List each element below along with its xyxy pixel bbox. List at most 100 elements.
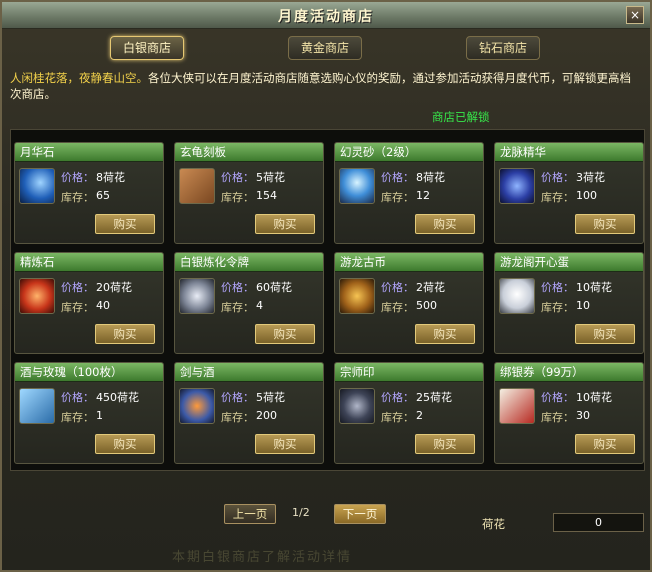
stock-label: 库存： bbox=[61, 411, 94, 424]
price-label: 价格： bbox=[221, 171, 254, 184]
item-name: 白银炼化令牌 bbox=[175, 253, 323, 272]
voucher-icon[interactable] bbox=[499, 388, 535, 424]
item-card: 游龙古币价格： 2荷花 库存： 500 购买 bbox=[334, 252, 484, 354]
item-name: 剑与酒 bbox=[175, 363, 323, 382]
item-price: 450荷花 bbox=[96, 391, 139, 404]
item-price: 3荷花 bbox=[576, 171, 605, 184]
price-label: 价格： bbox=[221, 281, 254, 294]
item-price: 5荷花 bbox=[256, 391, 285, 404]
item-card: 精炼石 价格： 20荷花 库存： 40 购买 bbox=[14, 252, 164, 354]
item-stock: 40 bbox=[96, 299, 110, 312]
item-card: 剑与酒 价格： 5荷花 库存： 200 购买 bbox=[174, 362, 324, 464]
title-bar[interactable]: 月度活动商店 × bbox=[2, 2, 650, 29]
crescent-moon-icon[interactable] bbox=[19, 168, 55, 204]
item-grid: 月华石 价格： 8荷花 库存： 65 购买 玄龟刻板 价格： 5荷花 库存： 154 购买 幻灵砂（2级… bbox=[10, 129, 645, 471]
tab-gold-shop[interactable]: 黄金商店 bbox=[288, 36, 362, 60]
item-card: 宗师印 价格： 25荷花 库存： 2 购买 bbox=[334, 362, 484, 464]
page-indicator: 1/2 bbox=[292, 506, 310, 519]
blue-essence-icon[interactable] bbox=[499, 168, 535, 204]
item-name: 玄龟刻板 bbox=[175, 143, 323, 162]
item-stock: 500 bbox=[416, 299, 437, 312]
item-price: 5荷花 bbox=[256, 171, 285, 184]
item-name: 绑银券（99万） bbox=[495, 363, 643, 382]
item-price: 10荷花 bbox=[576, 281, 612, 294]
pagination: 上一页 1/2 下一页 bbox=[224, 504, 424, 524]
tablet-icon[interactable] bbox=[179, 168, 215, 204]
buy-button[interactable]: 购买 bbox=[415, 434, 475, 454]
stock-label: 库存： bbox=[381, 191, 414, 204]
item-price: 60荷花 bbox=[256, 281, 292, 294]
sword-wine-icon[interactable] bbox=[179, 388, 215, 424]
stock-label: 库存： bbox=[541, 301, 574, 314]
item-stock: 200 bbox=[256, 409, 277, 422]
buy-button[interactable]: 购买 bbox=[95, 214, 155, 234]
stock-label: 库存： bbox=[381, 411, 414, 424]
close-button[interactable]: × bbox=[626, 6, 644, 24]
price-label: 价格： bbox=[61, 281, 94, 294]
item-name: 游龙阁开心蛋 bbox=[495, 253, 643, 272]
price-label: 价格： bbox=[541, 171, 574, 184]
sand-bowl-icon[interactable] bbox=[339, 168, 375, 204]
unlocked-status: 商店已解锁 bbox=[432, 110, 490, 124]
red-stone-icon[interactable] bbox=[19, 278, 55, 314]
item-name: 宗师印 bbox=[335, 363, 483, 382]
buy-button[interactable]: 购买 bbox=[95, 324, 155, 344]
item-name: 游龙古币 bbox=[335, 253, 483, 272]
price-label: 价格： bbox=[61, 391, 94, 404]
buy-button[interactable]: 购买 bbox=[575, 434, 635, 454]
stock-label: 库存： bbox=[381, 301, 414, 314]
item-stock: 154 bbox=[256, 189, 277, 202]
footer-hint: 本期白银商店了解活动详情 bbox=[172, 550, 353, 565]
shop-tabs: 白银商店 黄金商店 钻石商店 bbox=[2, 36, 650, 60]
silver-token-icon[interactable] bbox=[179, 278, 215, 314]
price-label: 价格： bbox=[61, 171, 94, 184]
stock-label: 库存： bbox=[61, 191, 94, 204]
item-name: 龙脉精华 bbox=[495, 143, 643, 162]
currency-amount: 0 bbox=[553, 513, 644, 532]
item-price: 10荷花 bbox=[576, 391, 612, 404]
tab-silver-shop[interactable]: 白银商店 bbox=[110, 36, 184, 60]
item-card: 绑银券（99万） 价格： 10荷花 库存： 30 购买 bbox=[494, 362, 644, 464]
item-card: 月华石 价格： 8荷花 库存： 65 购买 bbox=[14, 142, 164, 244]
buy-button[interactable]: 购买 bbox=[255, 324, 315, 344]
gift-box-icon[interactable] bbox=[19, 388, 55, 424]
price-label: 价格： bbox=[541, 391, 574, 404]
stock-label: 库存： bbox=[221, 301, 254, 314]
price-label: 价格： bbox=[381, 281, 414, 294]
stock-label: 库存： bbox=[221, 411, 254, 424]
item-card: 游龙阁开心蛋价格： 10荷花 库存： 10 购买 bbox=[494, 252, 644, 354]
stock-label: 库存： bbox=[541, 411, 574, 424]
price-label: 价格： bbox=[541, 281, 574, 294]
buy-button[interactable]: 购买 bbox=[575, 214, 635, 234]
item-name: 酒与玫瑰（100枚） bbox=[15, 363, 163, 382]
master-seal-icon[interactable] bbox=[339, 388, 375, 424]
currency-label: 荷花 bbox=[482, 517, 505, 531]
buy-button[interactable]: 购买 bbox=[575, 324, 635, 344]
item-stock: 30 bbox=[576, 409, 590, 422]
item-price: 2荷花 bbox=[416, 281, 445, 294]
item-name: 幻灵砂（2级） bbox=[335, 143, 483, 162]
dragon-coin-icon[interactable] bbox=[339, 278, 375, 314]
buy-button[interactable]: 购买 bbox=[415, 214, 475, 234]
item-card: 幻灵砂（2级） 价格： 8荷花 库存： 12 购买 bbox=[334, 142, 484, 244]
item-stock: 12 bbox=[416, 189, 430, 202]
item-stock: 10 bbox=[576, 299, 590, 312]
buy-button[interactable]: 购买 bbox=[255, 434, 315, 454]
item-card: 龙脉精华价格： 3荷花 库存： 100 购买 bbox=[494, 142, 644, 244]
item-name: 精炼石 bbox=[15, 253, 163, 272]
stock-label: 库存： bbox=[541, 191, 574, 204]
next-page-button[interactable]: 下一页 bbox=[334, 504, 386, 524]
item-stock: 100 bbox=[576, 189, 597, 202]
prev-page-button[interactable]: 上一页 bbox=[224, 504, 276, 524]
buy-button[interactable]: 购买 bbox=[95, 434, 155, 454]
buy-button[interactable]: 购买 bbox=[255, 214, 315, 234]
item-name: 月华石 bbox=[15, 143, 163, 162]
item-stock: 4 bbox=[256, 299, 263, 312]
item-stock: 2 bbox=[416, 409, 423, 422]
tab-diamond-shop[interactable]: 钻石商店 bbox=[466, 36, 540, 60]
shop-window: 月度活动商店 × 白银商店 黄金商店 钻石商店 人闲桂花落，夜静春山空。各位大侠… bbox=[0, 0, 652, 572]
egg-icon[interactable] bbox=[499, 278, 535, 314]
buy-button[interactable]: 购买 bbox=[415, 324, 475, 344]
shop-intro: 人闲桂花落，夜静春山空。各位大侠可以在月度活动商店随意选购心仪的奖励，通过参加活… bbox=[10, 70, 638, 102]
item-stock: 65 bbox=[96, 189, 110, 202]
